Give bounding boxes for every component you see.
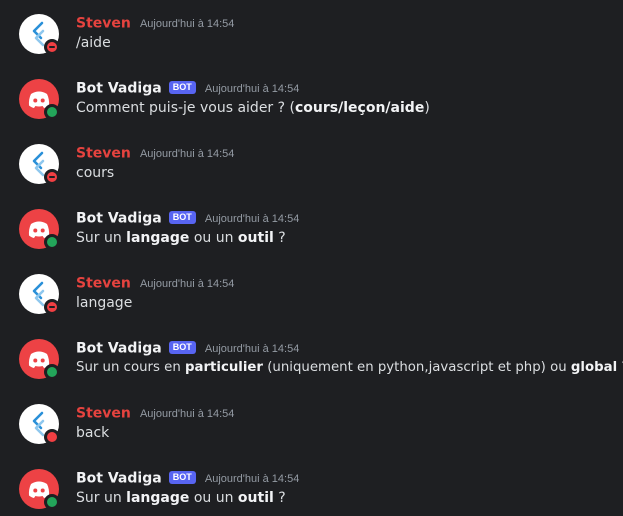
- author-name[interactable]: Bot Vadiga: [76, 211, 162, 227]
- message-text: Sur un cours en particulier (uniquement …: [76, 360, 623, 375]
- message-text: Comment puis-je vous aider ? (cours/leço…: [76, 100, 430, 116]
- author-name[interactable]: Steven: [76, 276, 131, 292]
- message-item: Steven Aujourd'hui à 14:54 back: [0, 404, 623, 460]
- message-text: Sur un langage ou un outil ?: [76, 230, 286, 246]
- bot-badge: BOT: [168, 471, 196, 484]
- bot-badge: BOT: [168, 81, 196, 94]
- message-item: Bot Vadiga BOT Aujourd'hui à 14:54 Comme…: [0, 79, 623, 135]
- message-item: Steven Aujourd'hui à 14:54 cours: [0, 144, 623, 200]
- status-indicator-online: [44, 104, 60, 120]
- message-item: Steven Aujourd'hui à 14:54 langage: [0, 274, 623, 330]
- timestamp[interactable]: Aujourd'hui à 14:54: [140, 148, 234, 160]
- message-item: Bot Vadiga BOT Aujourd'hui à 14:54 Sur u…: [0, 209, 623, 265]
- author-name[interactable]: Steven: [76, 146, 131, 162]
- status-indicator-dnd: [44, 299, 60, 315]
- status-indicator-dnd: [44, 169, 60, 185]
- message-item: Bot Vadiga BOT Aujourd'hui à 14:54 Sur u…: [0, 469, 623, 516]
- author-name[interactable]: Bot Vadiga: [76, 341, 162, 357]
- timestamp[interactable]: Aujourd'hui à 14:54: [205, 343, 299, 355]
- message-text: back: [76, 425, 110, 441]
- status-indicator-online: [44, 364, 60, 380]
- message-item: Bot Vadiga BOT Aujourd'hui à 14:54 Sur u…: [0, 339, 623, 395]
- timestamp[interactable]: Aujourd'hui à 14:54: [140, 278, 234, 290]
- timestamp[interactable]: Aujourd'hui à 14:54: [205, 473, 299, 485]
- author-name[interactable]: Steven: [76, 16, 131, 32]
- message-item: Steven Aujourd'hui à 14:54 /aide: [0, 14, 623, 70]
- timestamp[interactable]: Aujourd'hui à 14:54: [205, 213, 299, 225]
- status-indicator-online: [44, 494, 60, 510]
- author-name[interactable]: Steven: [76, 406, 131, 422]
- author-name[interactable]: Bot Vadiga: [76, 471, 162, 487]
- author-name[interactable]: Bot Vadiga: [76, 81, 162, 97]
- message-text: Sur un langage ou un outil ?: [76, 490, 286, 506]
- message-text: langage: [76, 295, 133, 311]
- message-text: cours: [76, 165, 115, 181]
- chat-messages: Steven Aujourd'hui à 14:54 /aide Bot Vad…: [0, 0, 623, 516]
- timestamp[interactable]: Aujourd'hui à 14:54: [140, 408, 234, 420]
- bot-badge: BOT: [168, 341, 196, 354]
- message-text: /aide: [76, 35, 111, 51]
- status-indicator-dnd: [44, 429, 60, 445]
- timestamp[interactable]: Aujourd'hui à 14:54: [205, 83, 299, 95]
- status-indicator-dnd: [44, 39, 60, 55]
- status-indicator-online: [44, 234, 60, 250]
- bot-badge: BOT: [168, 211, 196, 224]
- timestamp[interactable]: Aujourd'hui à 14:54: [140, 18, 234, 30]
